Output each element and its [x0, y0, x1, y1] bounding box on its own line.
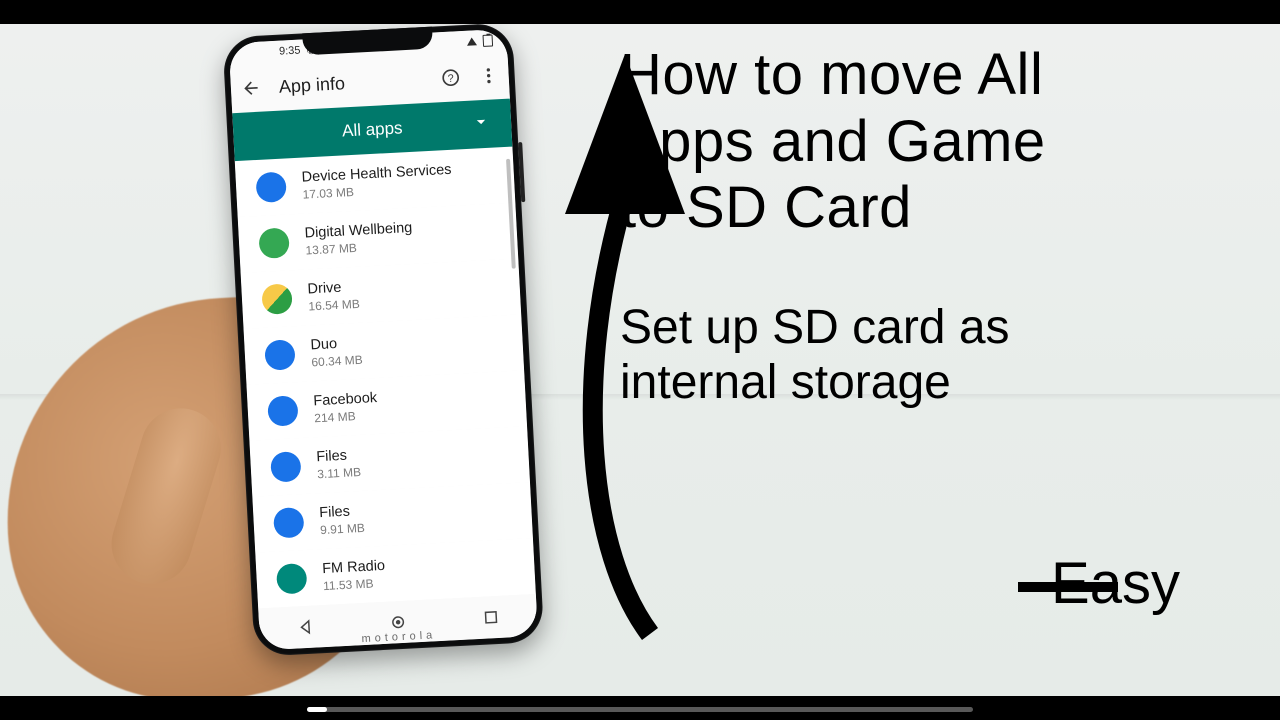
app-name: FM Radio: [322, 558, 386, 577]
hand-holding-phone: 9:35 ✆ f App inf: [23, 31, 577, 696]
nav-recents-icon[interactable]: [481, 608, 500, 627]
app-name: Files: [316, 447, 361, 465]
nav-back-icon[interactable]: [296, 618, 315, 637]
app-name: Files: [319, 503, 364, 521]
overflow-menu-icon[interactable]: [478, 65, 499, 86]
facebook-icon: [267, 395, 299, 427]
signal-icon: [467, 37, 477, 46]
overlay-subtitle-l1: Set up SD card as: [620, 301, 1010, 354]
appbar-title: App info: [278, 69, 423, 98]
overlay-title-l3: to SD Card: [620, 175, 912, 240]
scene: How to move All Apps and Game to SD Card…: [0, 24, 1280, 696]
app-size: 60.34 MB: [311, 353, 363, 370]
facebook-status-icon: f: [321, 43, 325, 55]
app-meta: Duo60.34 MB: [310, 335, 363, 370]
app-meta: Facebook214 MB: [313, 390, 378, 425]
phone-side-button: [518, 142, 525, 202]
phone-device: 9:35 ✆ f App inf: [222, 24, 544, 657]
overlay-easy: Easy: [1051, 550, 1180, 617]
phone-screen: 9:35 ✆ f App inf: [229, 29, 538, 651]
app-name: Duo: [310, 335, 362, 354]
app-size: 214 MB: [314, 408, 378, 425]
app-meta: Files3.11 MB: [316, 447, 361, 481]
app-size: 9.91 MB: [320, 521, 365, 537]
overlay-subtitle: Set up SD card as internal storage: [620, 300, 1240, 410]
apps-filter-label: All apps: [342, 118, 403, 141]
back-icon[interactable]: [240, 78, 261, 99]
status-time: 9:35: [279, 45, 301, 58]
svg-text:?: ?: [447, 73, 454, 85]
app-size: 16.54 MB: [308, 297, 360, 314]
overlay-subtitle-l2: internal storage: [620, 356, 951, 409]
overlay-title-l2: Apps and Game: [620, 109, 1046, 174]
app-meta: Drive16.54 MB: [307, 279, 360, 314]
files-go-icon: [273, 507, 305, 539]
overlay-title-l1: How to move All: [620, 42, 1043, 107]
fm-radio-icon: [276, 563, 308, 595]
wellbeing-icon: [258, 227, 290, 259]
device-health-icon: [255, 171, 287, 203]
battery-icon: [483, 34, 494, 47]
app-name: Drive: [307, 279, 359, 298]
app-list[interactable]: Device Health Services17.03 MB Digital We…: [235, 147, 536, 609]
app-name: Facebook: [313, 390, 377, 409]
app-meta: FM Radio11.53 MB: [322, 558, 386, 593]
help-icon[interactable]: ?: [440, 67, 461, 88]
nav-home-icon[interactable]: [389, 613, 408, 632]
overlay-title: How to move All Apps and Game to SD Card: [620, 42, 1240, 242]
video-frame: How to move All Apps and Game to SD Card…: [0, 0, 1280, 720]
whatsapp-status-icon: ✆: [306, 43, 316, 56]
app-size: 11.53 MB: [323, 576, 387, 593]
app-meta: Device Health Services17.03 MB: [301, 162, 452, 202]
app-size: 3.11 MB: [317, 465, 361, 481]
drive-icon: [261, 283, 293, 315]
chevron-down-icon: [471, 111, 492, 137]
duo-icon: [264, 339, 296, 371]
overlay-text-block: How to move All Apps and Game to SD Card…: [620, 42, 1240, 410]
files-icon: [270, 451, 302, 483]
app-meta: Files9.91 MB: [319, 503, 365, 537]
video-progress-fill: [307, 707, 327, 712]
video-progress-bar[interactable]: [307, 707, 973, 712]
letterbox-top: [0, 0, 1280, 24]
app-meta: Digital Wellbeing13.87 MB: [304, 220, 413, 258]
app-size: 13.87 MB: [305, 238, 413, 258]
